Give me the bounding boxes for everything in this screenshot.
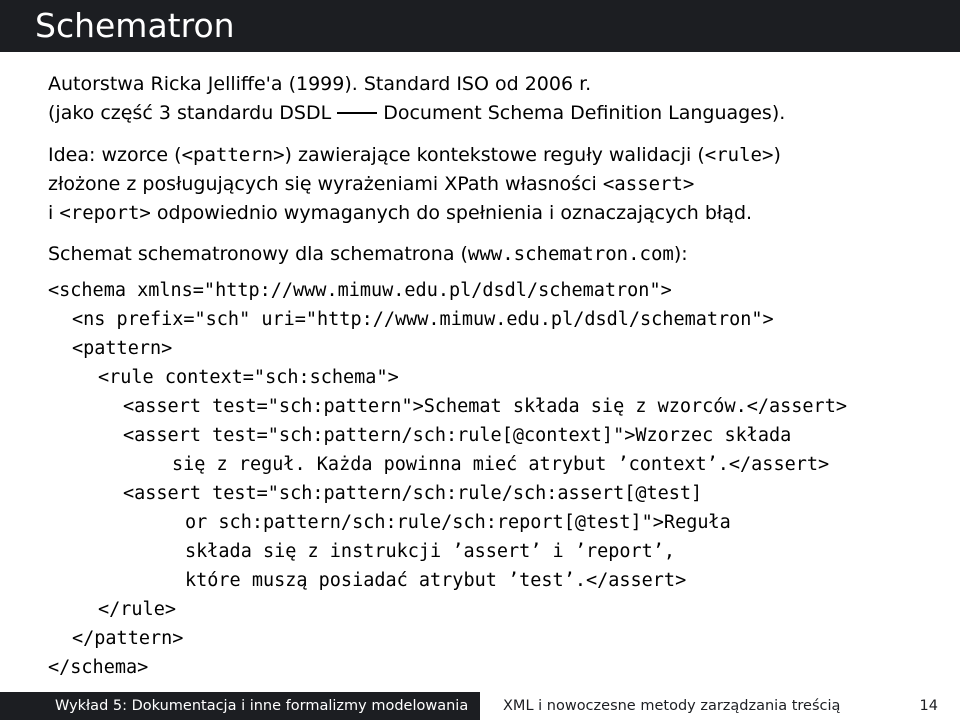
code-line: or sch:pattern/sch:rule/sch:report[@test… — [185, 512, 731, 533]
idea-text: ) zawierające kontekstowe reguły walidac… — [284, 144, 705, 166]
code-line: które muszą posiadać atrybut ’test’.</as… — [185, 570, 687, 591]
schema-intro-text: Schemat schematronowy dla schematrona ( — [48, 243, 468, 265]
intro-line-2-b: Document Schema Definition Languages). — [383, 102, 786, 124]
idea-text: Idea: wzorce ( — [48, 144, 182, 166]
code-line: <ns prefix="sch" uri="http://www.mimuw.e… — [72, 309, 774, 330]
code-line: <schema xmlns="http://www.mimuw.edu.pl/d… — [48, 280, 672, 301]
slide-title: Schematron — [35, 6, 235, 45]
code-line: składa się z instrukcji ’assert’ i ’repo… — [185, 541, 676, 562]
idea-text: odpowiednio wymaganych do spełnienia i o… — [150, 202, 753, 224]
schema-intro-end: ): — [673, 243, 688, 265]
idea-line-1: Idea: wzorce (<pattern>) zawierające kon… — [48, 141, 781, 170]
intro-line-2-a: (jako część 3 standardu DSDL — [48, 102, 332, 124]
footer-right: XML i nowoczesne metody zarządzania treś… — [480, 692, 960, 720]
code-line: <assert test="sch:pattern/sch:rule/sch:a… — [123, 483, 703, 504]
schema-intro: Schemat schematronowy dla schematrona (w… — [48, 240, 688, 269]
idea-text: ) — [773, 144, 781, 166]
code-line: </schema> — [48, 657, 149, 678]
footer-course: XML i nowoczesne metody zarządzania treś… — [503, 698, 841, 714]
code-line: </rule> — [98, 599, 176, 620]
idea-line-3: i <report> odpowiednio wymaganych do spe… — [48, 199, 752, 228]
idea-line-2: złożone z posługujących się wyrażeniami … — [48, 170, 694, 199]
code-line: <rule context="sch:schema"> — [98, 367, 399, 388]
em-dash — [337, 111, 378, 114]
idea-text: złożone z posługujących się wyrażeniami … — [48, 173, 603, 195]
page-number: 14 — [919, 698, 938, 714]
report-tag: <report> — [59, 202, 151, 224]
schematron-link[interactable]: www.schematron.com — [468, 243, 674, 265]
rule-tag: <rule> — [704, 144, 774, 166]
idea-text: i — [48, 202, 60, 224]
code-line: <assert test="sch:pattern/sch:rule[@cont… — [123, 425, 792, 446]
footer: Wykład 5: Dokumentacja i inne formalizmy… — [0, 692, 960, 720]
code-line: </pattern> — [72, 628, 184, 649]
assert-tag: <assert> — [602, 173, 695, 195]
intro-line-2: (jako część 3 standardu DSDL Document Sch… — [48, 99, 785, 128]
title-bar: Schematron — [0, 0, 960, 52]
code-line: <assert test="sch:pattern">Schemat skład… — [123, 396, 847, 417]
code-line: się z reguł. Każda powinna mieć atrybut … — [172, 454, 830, 475]
intro-line-1: Autorstwa Ricka Jelliffe'a (1999). Stand… — [48, 73, 592, 95]
pattern-tag: <pattern> — [181, 144, 285, 166]
code-line: <pattern> — [72, 338, 173, 359]
footer-lecture: Wykład 5: Dokumentacja i inne formalizmy… — [0, 692, 480, 720]
